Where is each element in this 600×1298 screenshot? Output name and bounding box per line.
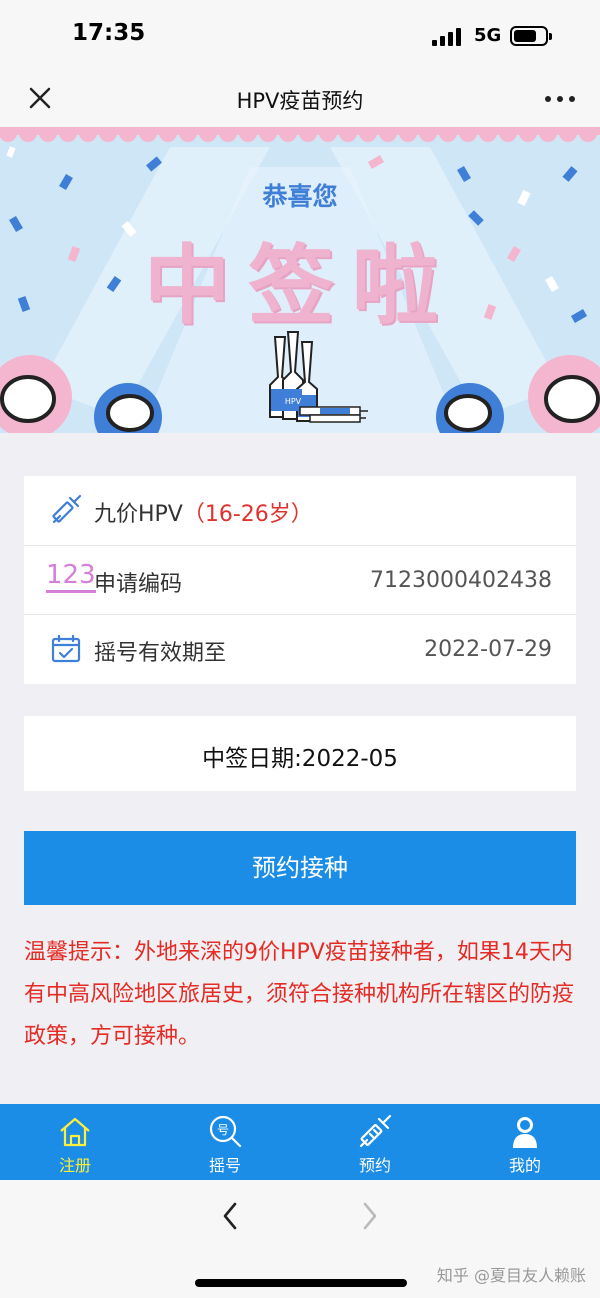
tab-mine[interactable]: 我的 (450, 1104, 600, 1180)
vial-label: HPV (285, 397, 302, 406)
user-icon (513, 1117, 537, 1148)
vaccine-name: 九价HPV（16-26岁） (94, 496, 313, 528)
tab-appointment[interactable]: 预约 (300, 1104, 450, 1180)
home-indicator[interactable] (195, 1279, 407, 1287)
tab-register[interactable]: 注册 (0, 1104, 150, 1180)
win-date: 中签日期:2022-05 (202, 746, 398, 772)
expiry-value: 2022-07-29 (424, 637, 552, 662)
tab-lottery[interactable]: 号 摇号 (150, 1104, 300, 1180)
expiry-row: 摇号有效期至 2022-07-29 (24, 614, 576, 683)
status-bar: 17:35 5G (0, 0, 600, 72)
headline-text: 中签啦 (144, 236, 456, 336)
code-label: 申请编码 (94, 572, 183, 597)
battery-icon (510, 26, 552, 46)
more-options-icon[interactable] (540, 84, 580, 114)
expiry-label: 摇号有效期至 (94, 641, 227, 666)
vaccine-row: 九价HPV（16-26岁） (24, 476, 576, 545)
tab-label: 预约 (358, 1156, 391, 1175)
tab-label: 注册 (58, 1156, 91, 1175)
book-vaccination-button[interactable]: 预约接种 (24, 831, 576, 905)
age-range: （16-26岁） (182, 502, 313, 527)
appointment-info-card: 九价HPV（16-26岁） 123 申请编码 7123000402438 摇号有… (24, 476, 576, 684)
bottom-tab-bar: 注册 号 摇号 预约 我的 (0, 1104, 600, 1180)
signal-icon (432, 26, 462, 46)
network-type: 5G (474, 25, 502, 46)
browser-toolbar: 知乎 @夏目友人赖账 (0, 1180, 600, 1298)
vaccine-name-text: 九价HPV (94, 502, 183, 527)
congrats-banner: HPV 恭喜您 中签啦 (0, 127, 600, 433)
back-arrow-icon[interactable] (218, 1198, 242, 1234)
home-icon (60, 1117, 90, 1147)
status-time: 17:35 (72, 20, 146, 46)
syringe-icon (359, 1114, 392, 1148)
svg-text:号: 号 (217, 1123, 229, 1137)
tab-label: 我的 (508, 1156, 541, 1175)
win-date-card: 中签日期:2022-05 (24, 716, 576, 791)
application-code-row: 123 申请编码 7123000402438 (24, 545, 576, 614)
syringe-icon (48, 492, 84, 528)
nav-bar: HPV疫苗预约 (0, 72, 600, 127)
code-value: 7123000402438 (370, 568, 552, 593)
tab-label: 摇号 (208, 1156, 241, 1175)
watermark: 知乎 @夏目友人赖账 (436, 1266, 586, 1285)
calendar-check-icon (48, 631, 84, 667)
notice-text: 温馨提示：外地来深的9价HPV疫苗接种者，如果14天内有中高风险地区旅居史，须符… (24, 940, 575, 1049)
forward-arrow-icon[interactable] (358, 1198, 382, 1234)
code-icon: 123 (46, 560, 96, 593)
page-title: HPV疫苗预约 (236, 89, 364, 113)
lottery-search-icon: 号 (209, 1115, 242, 1148)
congrats-text: 恭喜您 (262, 182, 338, 211)
